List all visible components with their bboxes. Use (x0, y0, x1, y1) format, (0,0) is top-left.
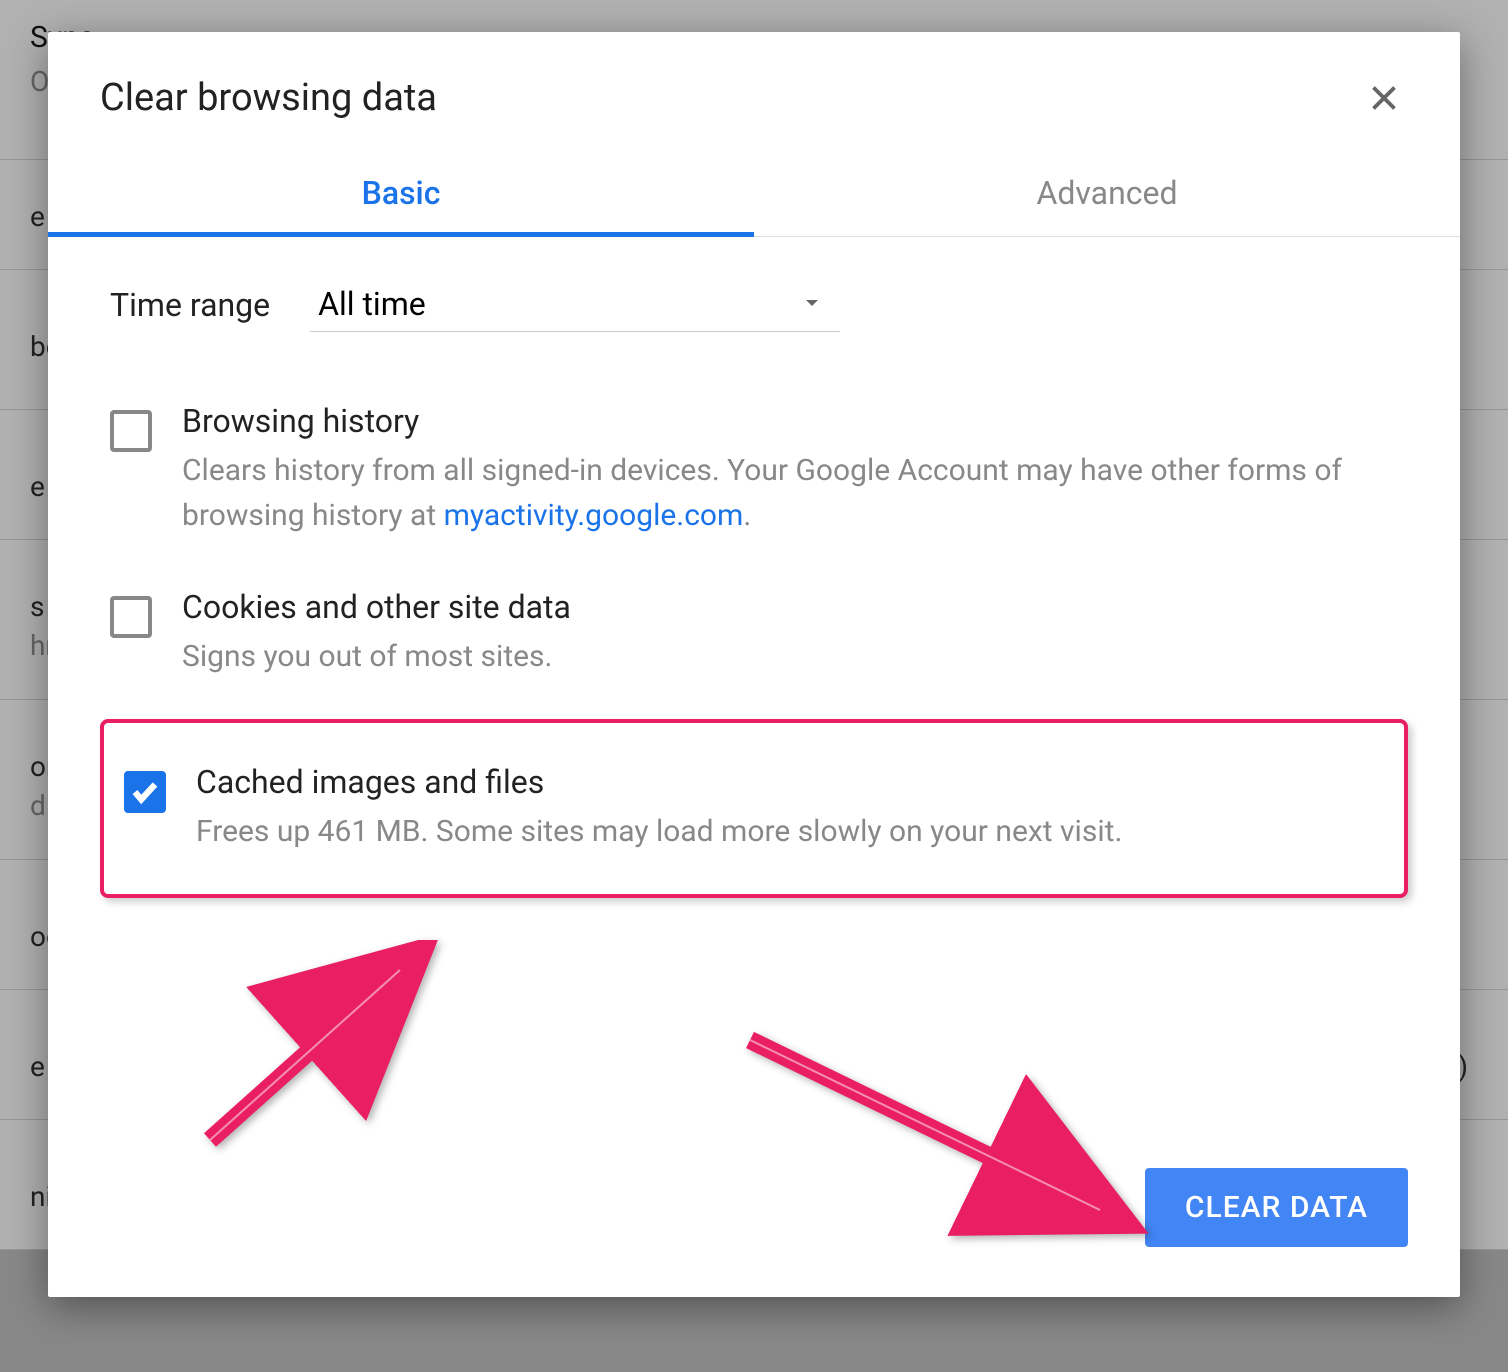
myactivity-link[interactable]: myactivity.google.com (444, 498, 744, 533)
time-range-row: Time range All time (110, 277, 1408, 332)
option-text: Browsing history Clears history from all… (182, 402, 1398, 538)
tabs: Basic Advanced (48, 150, 1460, 237)
option-desc: Signs you out of most sites. (182, 634, 1398, 679)
tab-basic[interactable]: Basic (48, 150, 754, 236)
clear-browsing-data-dialog: Clear browsing data Basic Advanced Time … (48, 32, 1460, 1297)
tab-advanced-label: Advanced (1036, 174, 1177, 212)
time-range-value: All time (318, 285, 426, 323)
option-cache: Cached images and files Frees up 461 MB.… (114, 753, 1394, 864)
option-title: Browsing history (182, 402, 1398, 440)
checkbox-cache[interactable] (124, 771, 166, 813)
option-text: Cookies and other site data Signs you ou… (182, 588, 1398, 679)
clear-data-button[interactable]: CLEAR DATA (1145, 1168, 1408, 1247)
option-cookies: Cookies and other site data Signs you ou… (100, 578, 1408, 689)
checkbox-cookies[interactable] (110, 596, 152, 638)
close-button[interactable] (1360, 74, 1408, 122)
chevron-down-icon (800, 285, 824, 323)
cancel-button-label: CANCEL (965, 1190, 1085, 1225)
time-range-select[interactable]: All time (310, 277, 840, 332)
cancel-button[interactable]: CANCEL (945, 1172, 1105, 1243)
tab-advanced[interactable]: Advanced (754, 150, 1460, 236)
option-text: Cached images and files Frees up 461 MB.… (196, 763, 1384, 854)
dialog-title: Clear browsing data (100, 76, 437, 120)
dialog-body: Time range All time Browsing history Cle… (48, 237, 1460, 958)
dialog-footer: CANCEL CLEAR DATA (48, 1138, 1460, 1297)
time-range-label: Time range (110, 286, 270, 324)
option-desc: Clears history from all signed-in device… (182, 448, 1398, 538)
checkbox-browsing-history[interactable] (110, 410, 152, 452)
option-title: Cookies and other site data (182, 588, 1398, 626)
dialog-header: Clear browsing data (48, 32, 1460, 150)
annotation-highlight-box: Cached images and files Frees up 461 MB.… (100, 719, 1408, 898)
check-icon (130, 777, 160, 807)
close-icon (1366, 80, 1402, 116)
clear-button-label: CLEAR DATA (1185, 1190, 1368, 1225)
tab-basic-label: Basic (362, 174, 441, 212)
option-desc: Frees up 461 MB. Some sites may load mor… (196, 809, 1384, 854)
option-browsing-history: Browsing history Clears history from all… (100, 392, 1408, 548)
option-title: Cached images and files (196, 763, 1384, 801)
